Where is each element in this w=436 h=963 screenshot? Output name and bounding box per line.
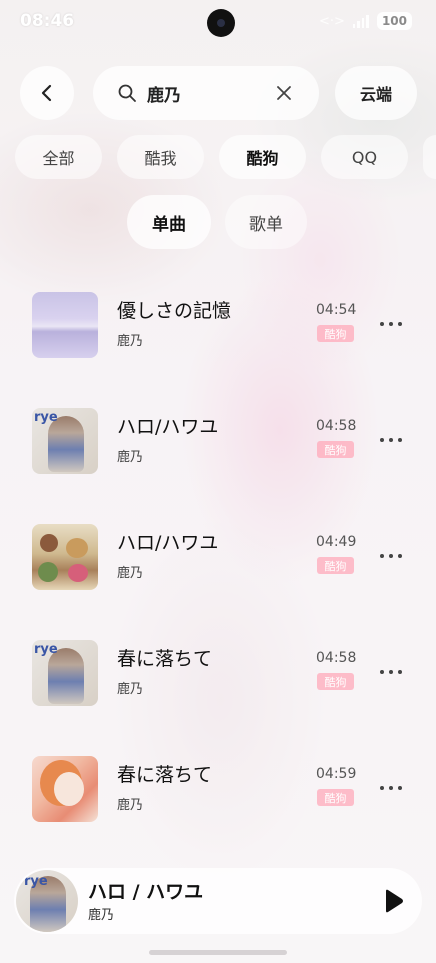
now-playing-title: ハロ / ハワユ	[88, 881, 204, 903]
song-artist: 鹿乃	[117, 450, 144, 465]
song-title: ハロ/ハワユ	[117, 416, 219, 438]
status-time: 08:46	[20, 11, 75, 31]
song-title: 春に落ちて	[117, 648, 213, 670]
status-icons: <·> 100	[319, 12, 412, 30]
search-box[interactable]	[93, 66, 319, 120]
food-icon	[32, 524, 98, 590]
source-badge: 酷狗	[317, 325, 354, 342]
now-playing-artist: 鹿乃	[88, 908, 115, 923]
song-artist: 鹿乃	[117, 334, 144, 349]
song-artist: 鹿乃	[117, 566, 144, 581]
song-row[interactable]: rye ハロ/ハワユ 鹿乃 04:58 酷狗	[0, 408, 436, 498]
source-badge: 酷狗	[317, 673, 354, 690]
song-title: 春に落ちて	[117, 764, 213, 786]
more-options-icon[interactable]	[377, 314, 405, 334]
tab-songs[interactable]: 单曲	[127, 195, 211, 249]
cloud-search-button[interactable]: 云端	[335, 66, 417, 120]
signal-icon	[352, 14, 369, 28]
more-options-icon[interactable]	[377, 778, 405, 798]
chevron-left-icon	[41, 84, 52, 102]
song-duration: 04:49	[316, 534, 357, 550]
source-badge: 酷狗	[317, 441, 354, 458]
song-title: ハロ/ハワユ	[117, 532, 219, 554]
play-icon[interactable]	[380, 888, 406, 914]
tab-kugou[interactable]: 酷狗	[219, 135, 306, 179]
song-row[interactable]: rye 春に落ちて 鹿乃 04:58 酷狗	[0, 640, 436, 730]
front-camera	[207, 9, 235, 37]
anime-girl-icon: rye	[32, 408, 98, 474]
back-button[interactable]	[20, 66, 74, 120]
tab-all[interactable]: 全部	[15, 135, 102, 179]
song-duration: 04:59	[316, 766, 357, 782]
clear-icon[interactable]	[273, 82, 295, 104]
more-options-icon[interactable]	[377, 662, 405, 682]
autumn-girl-icon	[32, 756, 98, 822]
song-row[interactable]: 優しさの記憶 鹿乃 04:54 酷狗	[0, 292, 436, 382]
song-duration: 04:58	[316, 650, 357, 666]
song-duration: 04:54	[316, 302, 357, 318]
mini-player[interactable]: rye ハロ / ハワユ 鹿乃	[14, 868, 422, 934]
song-artist: 鹿乃	[117, 682, 144, 697]
search-input[interactable]	[147, 78, 267, 108]
sea-icon	[32, 292, 98, 358]
tab-qq[interactable]: QQ	[321, 135, 408, 179]
tab-more-partial[interactable]	[423, 135, 436, 179]
nfc-icon: <·>	[319, 13, 345, 29]
battery-indicator: 100	[376, 12, 412, 30]
source-badge: 酷狗	[317, 789, 354, 806]
anime-girl-icon: rye	[32, 640, 98, 706]
anime-girl-icon[interactable]: rye	[16, 870, 78, 932]
song-artist: 鹿乃	[117, 798, 144, 813]
tab-kuwo[interactable]: 酷我	[117, 135, 204, 179]
tab-playlists[interactable]: 歌单	[225, 195, 307, 249]
song-row[interactable]: ハロ/ハワユ 鹿乃 04:49 酷狗	[0, 524, 436, 614]
more-options-icon[interactable]	[377, 430, 405, 450]
more-options-icon[interactable]	[377, 546, 405, 566]
song-duration: 04:58	[316, 418, 357, 434]
source-badge: 酷狗	[317, 557, 354, 574]
song-title: 優しさの記憶	[117, 300, 232, 322]
search-icon	[118, 84, 136, 102]
home-indicator[interactable]	[149, 950, 287, 955]
song-row[interactable]: 春に落ちて 鹿乃 04:59 酷狗	[0, 756, 436, 846]
